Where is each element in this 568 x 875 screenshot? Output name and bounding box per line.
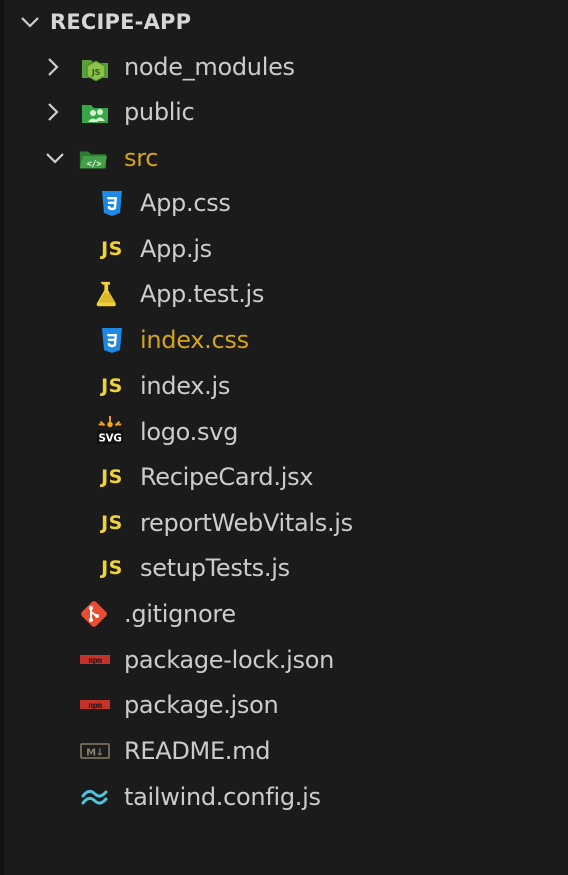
tree-item-label: README.md [124,737,271,765]
tree-item-label: index.css [140,326,249,354]
chevron-right-icon[interactable] [42,101,64,123]
tree-item-label: node_modules [124,53,295,81]
chevron-right-icon[interactable] [42,56,64,78]
tree-item-label: RecipeCard.jsx [140,463,314,491]
svg-text:JS: JS [91,68,101,77]
npm-icon: npm [79,645,111,675]
npm-badge-text: npm [88,656,102,665]
tree-item-src[interactable]: </> src [0,136,568,180]
svg-badge-text: SVG [99,432,122,444]
markdown-icon: M↓ [79,736,111,766]
folder-node-icon: JS [80,52,110,82]
chevron-down-icon[interactable] [44,147,66,169]
npm-icon: npm [79,690,111,720]
tree-item-app-css[interactable]: App.css [0,181,568,225]
js-file-icon: JS [101,557,123,579]
tree-item-label: .gitignore [124,600,236,628]
tree-item-recipecard-jsx[interactable]: JS RecipeCard.jsx [0,455,568,499]
svg-text:</>: </> [87,158,102,168]
tree-item-index-css[interactable]: index.css [0,318,568,362]
tree-item-node-modules[interactable]: JS node_modules [0,45,568,89]
tree-item-gitignore[interactable]: .gitignore [0,592,568,636]
tree-item-label: src [124,144,159,172]
tree-item-index-js[interactable]: JS index.js [0,364,568,408]
css-file-icon [97,188,127,218]
tree-item-package-json[interactable]: npm package.json [0,683,568,727]
tree-item-label: public [124,98,195,126]
tree-item-app-test-js[interactable]: JS App.test.js [0,272,568,316]
svg-file-icon: SVG [95,416,125,446]
explorer-root-folder[interactable]: RECIPE-APP [0,0,568,44]
npm-badge-text: npm [88,701,102,710]
git-icon [79,599,109,629]
tree-item-label: package.json [124,691,279,719]
css-file-icon [97,325,127,355]
tailwind-icon [79,782,111,812]
tree-item-tailwind-config-js[interactable]: tailwind.config.js [0,775,568,819]
tree-item-label: package-lock.json [124,646,335,674]
js-file-icon: JS [101,466,123,488]
test-js-file-icon: JS [95,279,125,309]
tree-item-app-js[interactable]: JS App.js [0,227,568,271]
tree-item-label: App.test.js [140,280,265,308]
tree-item-label: tailwind.config.js [124,783,321,811]
chevron-down-icon[interactable] [19,11,41,33]
js-file-icon: JS [101,512,123,534]
tree-item-label: reportWebVitals.js [140,509,353,537]
tree-item-reportwebvitals-js[interactable]: JS reportWebVitals.js [0,501,568,545]
js-file-icon: JS [101,238,123,260]
tree-item-label: App.js [140,235,212,263]
tree-item-public[interactable]: public [0,90,568,134]
folder-public-icon [80,97,110,127]
tree-item-logo-svg[interactable]: SVG logo.svg [0,410,568,454]
tree-item-setuptests-js[interactable]: JS setupTests.js [0,546,568,590]
md-badge-text: M↓ [86,748,104,759]
explorer-root-label: RECIPE-APP [50,10,192,34]
folder-src-icon: </> [78,143,108,173]
tree-item-package-lock-json[interactable]: npm package-lock.json [0,638,568,682]
tree-item-label: index.js [140,372,231,400]
svg-text:JS: JS [115,298,125,309]
tree-item-readme-md[interactable]: M↓ README.md [0,729,568,773]
js-file-icon: JS [101,375,123,397]
tree-item-label: logo.svg [140,418,239,446]
tree-item-label: setupTests.js [140,554,290,582]
tree-item-label: App.css [140,189,231,217]
